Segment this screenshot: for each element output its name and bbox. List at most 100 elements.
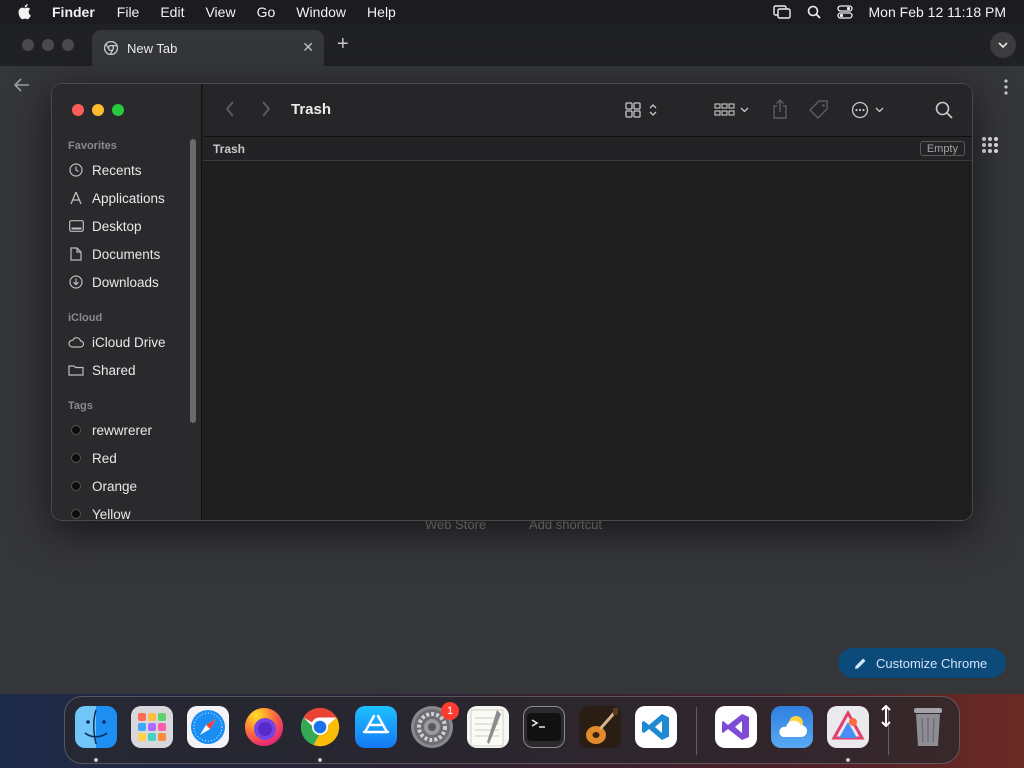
sidebar-item-label: Shared	[92, 362, 136, 378]
google-apps-grid-icon[interactable]	[981, 136, 999, 159]
menu-bar: Finder File Edit View Go Window Help Mon…	[0, 0, 1024, 24]
dock-trash[interactable]	[907, 706, 949, 748]
icon-view-grid-icon[interactable]	[625, 102, 661, 118]
dock-terminal[interactable]	[523, 706, 565, 748]
sidebar-item-tag-red[interactable]: Red	[68, 448, 117, 468]
sidebar-item-downloads[interactable]: Downloads	[68, 272, 159, 292]
clock-icon	[68, 162, 84, 178]
menu-help[interactable]: Help	[367, 4, 396, 20]
sidebar-item-tag-orange[interactable]: Orange	[68, 476, 137, 496]
close-icon[interactable]: ✕	[302, 39, 314, 56]
chrome-favicon-icon	[103, 40, 119, 56]
group-by-icon[interactable]	[714, 103, 750, 117]
menu-edit[interactable]: Edit	[160, 4, 184, 20]
menu-app-finder[interactable]: Finder	[52, 4, 95, 20]
dock-finder[interactable]	[75, 706, 117, 748]
sidebar-item-label: iCloud Drive	[92, 334, 166, 350]
customize-chrome-label: Customize Chrome	[876, 655, 988, 671]
trash-header-title: Trash	[213, 142, 246, 156]
menu-window[interactable]: Window	[296, 4, 346, 20]
sidebar-item-desktop[interactable]: Desktop	[68, 216, 142, 236]
document-icon	[68, 246, 84, 262]
sidebar-item-documents[interactable]: Documents	[68, 244, 160, 264]
dock-app-store[interactable]	[355, 706, 397, 748]
menu-view[interactable]: View	[205, 4, 235, 20]
dock-safari[interactable]	[187, 706, 229, 748]
sidebar-item-tag-yellow[interactable]: Yellow	[68, 504, 131, 521]
dock-divider	[888, 707, 889, 755]
dock: 1	[64, 696, 960, 764]
finder-minimize-button[interactable]	[92, 104, 104, 116]
window-title: Trash	[291, 101, 332, 118]
control-center-icon[interactable]	[836, 5, 853, 19]
chrome-tab-title: New Tab	[127, 40, 178, 56]
forward-chevron-icon[interactable]	[261, 100, 271, 118]
spotlight-search-icon[interactable]	[807, 5, 821, 19]
dock-garageband[interactable]	[579, 706, 621, 748]
dock-launchpad[interactable]	[131, 706, 173, 748]
back-arrow-icon[interactable]	[13, 78, 30, 97]
dock-chrome[interactable]	[299, 706, 341, 748]
sidebar-header-favorites: Favorites	[68, 140, 117, 152]
sidebar-item-recents[interactable]: Recents	[68, 160, 142, 180]
sidebar-header-icloud: iCloud	[68, 312, 103, 324]
new-tab-plus-icon[interactable]: +	[337, 33, 349, 56]
menu-file[interactable]: File	[117, 4, 140, 20]
tag-dot-icon	[71, 425, 81, 435]
apple-menu-icon[interactable]	[18, 4, 38, 20]
cloud-icon	[68, 334, 84, 350]
running-indicator	[94, 758, 98, 762]
menu-clock[interactable]: Mon Feb 12 11:18 PM	[869, 4, 1006, 20]
chrome-close-light[interactable]	[22, 39, 34, 51]
sidebar-item-shared[interactable]: Shared	[68, 360, 136, 380]
search-icon[interactable]	[935, 101, 953, 119]
chrome-minimize-light[interactable]	[42, 39, 54, 51]
dock-divider	[696, 707, 697, 755]
sidebar-header-tags: Tags	[68, 400, 93, 412]
applications-icon	[68, 190, 84, 206]
share-icon[interactable]	[772, 99, 788, 119]
running-indicator	[318, 758, 322, 762]
finder-toolbar: Trash	[203, 84, 972, 137]
sidebar-item-label: Desktop	[92, 218, 142, 234]
tab-search-chevron-icon[interactable]	[990, 32, 1016, 58]
back-chevron-icon[interactable]	[225, 100, 235, 118]
dock-firefox[interactable]	[243, 706, 285, 748]
sidebar-item-label: Recents	[92, 162, 142, 178]
dock-affinity[interactable]	[827, 706, 869, 748]
sidebar-item-icloud-drive[interactable]: iCloud Drive	[68, 332, 166, 352]
chrome-zoom-light[interactable]	[62, 39, 74, 51]
dock-vscode[interactable]	[635, 706, 677, 748]
sidebar-item-label: Yellow	[92, 506, 131, 521]
tag-icon[interactable]	[809, 100, 829, 120]
sidebar-item-applications[interactable]: Applications	[68, 188, 165, 208]
sidebar-scrollbar[interactable]	[190, 139, 196, 423]
settings-badge: 1	[441, 702, 459, 720]
menu-go[interactable]: Go	[257, 4, 276, 20]
screen-mirroring-icon[interactable]	[772, 5, 791, 19]
customize-chrome-button[interactable]: Customize Chrome	[838, 648, 1006, 678]
dock-visual-studio[interactable]	[715, 706, 757, 748]
finder-sidebar: Favorites Recents Applications Desktop D…	[52, 84, 202, 521]
trash-header-bar: Trash Empty	[203, 137, 972, 161]
chrome-menu-icon[interactable]	[1004, 79, 1008, 100]
finder-close-button[interactable]	[72, 104, 84, 116]
finder-zoom-button[interactable]	[112, 104, 124, 116]
desktop-icon	[68, 218, 84, 234]
more-actions-icon[interactable]	[851, 101, 887, 119]
shared-folder-icon	[68, 362, 84, 378]
sidebar-item-label: Orange	[92, 478, 138, 494]
sidebar-item-label: Red	[92, 450, 117, 466]
chrome-tab-strip: New Tab ✕ +	[0, 24, 1024, 66]
finder-window: Favorites Recents Applications Desktop D…	[51, 83, 973, 521]
sidebar-item-label: Downloads	[92, 274, 159, 290]
download-icon	[68, 274, 84, 290]
finder-content: Trash Trash Empty	[203, 84, 972, 520]
dock-textedit[interactable]	[467, 706, 509, 748]
sidebar-item-label: Documents	[92, 246, 161, 262]
chrome-tab-new-tab[interactable]: New Tab ✕	[92, 30, 324, 66]
sidebar-item-tag-rewwrerer[interactable]: rewwrerer	[68, 420, 152, 440]
empty-trash-button[interactable]: Empty	[919, 141, 965, 156]
tag-dot-icon	[71, 509, 81, 519]
dock-weather[interactable]	[771, 706, 813, 748]
